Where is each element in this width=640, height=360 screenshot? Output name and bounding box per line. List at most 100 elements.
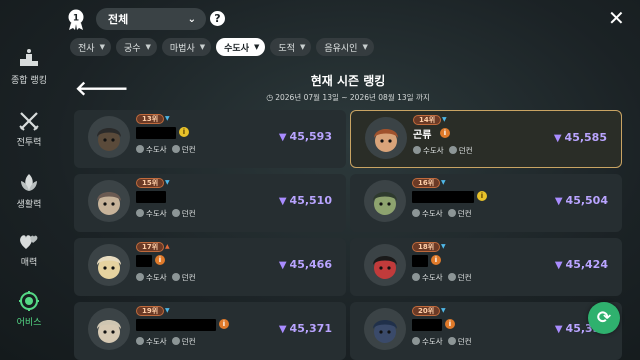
class-icon [136, 273, 144, 281]
close-icon[interactable]: ✕ [608, 8, 625, 28]
class-filter-bar: 전사 ▼ 궁수 ▼ 마법사 ▼ 수도사 ▼ 도적 ▼ 음유시인 ▼ [70, 38, 374, 58]
score-value: 45,593 [289, 130, 332, 143]
season-period: ◷ 2026년 07월 13일 ~ 2026년 08월 13일 까지 [0, 92, 640, 103]
class-icon [136, 337, 144, 345]
chip-label: 도적 [278, 43, 295, 54]
globe-icon [171, 337, 180, 345]
class-label: 수도사 [146, 209, 167, 218]
rank-card[interactable]: 15위 ▼ 수도사 던컨 ▼ 45,510 [74, 174, 346, 232]
gem-icon: ▼ [278, 324, 287, 335]
top-bar: 1 전체 ⌄ ? ✕ [0, 0, 640, 38]
podium-icon [20, 49, 38, 66]
server-dropdown[interactable]: 전체 ⌄ [96, 8, 206, 30]
chip-label: 전사 [78, 43, 95, 54]
player-name: 곤류 [413, 130, 432, 141]
score: ▼ 45,593 [279, 130, 332, 143]
rank-card[interactable]: 17위 ▲ i 수도사 던컨 ▼ 45,466 [74, 238, 346, 296]
class-label: 수도사 [422, 273, 443, 282]
chevron-down-icon: ▼ [99, 43, 105, 51]
gem-icon: ▼ [554, 324, 563, 335]
class-label: 수도사 [146, 145, 167, 154]
rank-down-icon: ▼ [165, 115, 170, 122]
grade-badge-icon: i [477, 191, 487, 201]
rank-card[interactable]: 16위 ▼ i 수도사 던컨 ▼ 45,504 [350, 174, 622, 232]
server-label: 던컨 [181, 145, 196, 154]
rank-down-icon: ▼ [165, 179, 170, 186]
class-icon [412, 273, 420, 281]
server-dropdown-value: 전체 [108, 13, 129, 26]
score-value: 45,424 [565, 258, 608, 271]
class-label: 수도사 [146, 337, 167, 346]
sidebar-item-life[interactable]: 생활력 [0, 172, 58, 210]
gem-icon: ▼ [554, 196, 563, 207]
sidebar-item-label: 매력 [20, 258, 38, 268]
score-value: 45,510 [289, 194, 332, 207]
server-label: 던컨 [457, 337, 472, 346]
refresh-icon: ⟳ [596, 308, 612, 328]
rank-badge: 17위 [136, 242, 165, 252]
grade-badge-icon: i [445, 319, 455, 329]
rank-down-icon: ▼ [442, 116, 447, 123]
help-icon[interactable]: ? [210, 11, 225, 26]
sidebar-item-label: 생활력 [16, 200, 42, 210]
rank-card[interactable]: 20위 ▼ i 수도사 던컨 ▼ 45,352 [350, 302, 622, 360]
chevron-down-icon: ▼ [299, 43, 306, 51]
gem-icon: ▼ [553, 133, 562, 144]
score-value: 45,371 [289, 322, 332, 335]
server-label: 던컨 [458, 146, 473, 155]
filter-chip-mage[interactable]: 마법사 ▼ [161, 38, 212, 56]
leaf-icon [21, 174, 37, 191]
filter-chip-warrior[interactable]: 전사 ▼ [70, 38, 111, 56]
rank-card[interactable]: 13위 ▼ i 수도사 던컨 ▼ 45,593 [74, 110, 346, 168]
avatar [364, 244, 406, 286]
server-label: 던컨 [181, 337, 196, 346]
chevron-down-icon: ▼ [145, 43, 151, 51]
class-icon [136, 209, 144, 217]
chip-label: 마법사 [169, 43, 195, 54]
filter-chip-archer[interactable]: 궁수 ▼ [115, 38, 157, 56]
refresh-button[interactable]: ⟳ [588, 302, 620, 334]
filter-chip-monk[interactable]: 수도사 ▼ [216, 38, 266, 56]
sidebar-item-label: 어비스 [16, 318, 42, 328]
filter-chip-rogue[interactable]: 도적 ▼ [270, 38, 312, 56]
redacted-name [136, 127, 176, 139]
class-label: 수도사 [422, 209, 443, 218]
chevron-down-icon: ▼ [199, 43, 206, 51]
redacted-name [412, 191, 474, 203]
rank-badge: 14위 [413, 115, 442, 125]
rank-card[interactable]: 19위 ▼ i 수도사 던컨 ▼ 45,371 [74, 302, 346, 360]
sidebar-item-charm[interactable]: 매력 [0, 230, 58, 268]
redacted-name [136, 255, 152, 267]
avatar [88, 244, 130, 286]
rank-card[interactable]: 18위 ▼ i 수도사 던컨 ▼ 45,424 [350, 238, 622, 296]
sidebar-item-abyss[interactable]: 어비스 [0, 290, 58, 328]
rank-card[interactable]: 14위 ▼ 곤류 i 수도사 던컨 ▼ 45,585 [350, 110, 622, 168]
season-period-text: 2026년 07월 13일 ~ 2026년 08월 13일 까지 [275, 93, 430, 102]
avatar [364, 180, 406, 222]
class-label: 수도사 [422, 337, 443, 346]
server-label: 던컨 [457, 273, 472, 282]
rank-down-icon: ▼ [441, 243, 446, 250]
chevron-down-icon: ⌄ [187, 13, 196, 25]
class-icon [136, 145, 144, 153]
filter-chip-bard[interactable]: 음유시인 ▼ [316, 38, 374, 56]
rank-badge: 15위 [136, 178, 165, 188]
globe-icon [447, 337, 456, 345]
avatar [88, 180, 130, 222]
class-label: 수도사 [146, 273, 167, 282]
globe-icon [171, 145, 180, 153]
grade-badge-icon: i [431, 255, 441, 265]
score: ▼ 45,504 [555, 194, 608, 207]
sidebar-item-combat[interactable]: 전투력 [0, 110, 58, 148]
chip-label: 음유시인 [324, 43, 358, 54]
rank-badge: 16위 [412, 178, 441, 188]
rank-badge: 20위 [412, 306, 441, 316]
chevron-down-icon: ▼ [362, 43, 368, 51]
rank-down-icon: ▼ [165, 307, 170, 314]
globe-icon [171, 209, 180, 217]
globe-icon [448, 146, 457, 154]
score: ▼ 45,510 [279, 194, 332, 207]
rank-badge: 18위 [412, 242, 441, 252]
gem-icon: ▼ [278, 260, 287, 271]
server-label: 던컨 [457, 209, 472, 218]
